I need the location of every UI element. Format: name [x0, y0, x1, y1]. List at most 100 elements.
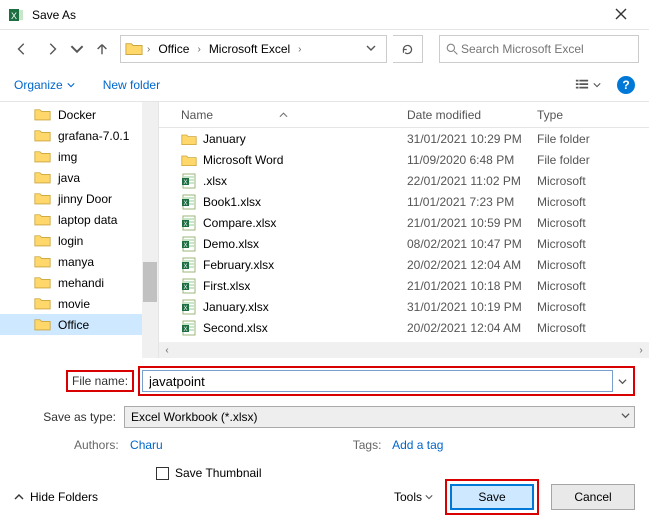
folder-icon [34, 107, 52, 123]
tree-item[interactable]: img [0, 146, 158, 167]
search-box[interactable] [439, 35, 639, 63]
tags-value[interactable]: Add a tag [392, 438, 443, 452]
tree-item[interactable]: manya [0, 251, 158, 272]
organize-menu[interactable]: Organize [14, 78, 75, 92]
file-date: 21/01/2021 10:59 PM [407, 216, 537, 230]
search-input[interactable] [459, 41, 632, 57]
help-button[interactable]: ? [617, 76, 635, 94]
file-type: Microsoft [537, 279, 649, 293]
tree-item[interactable]: java [0, 167, 158, 188]
column-headers[interactable]: Name Date modified Type [159, 102, 649, 128]
authors-value[interactable]: Charu [130, 438, 163, 452]
tree-item[interactable]: mehandi [0, 272, 158, 293]
up-button[interactable] [90, 37, 114, 61]
tree-item-label: Docker [58, 108, 96, 122]
tree-item-label: Office [58, 318, 89, 332]
scroll-left-icon[interactable]: ‹ [159, 345, 175, 356]
address-dropdown[interactable] [360, 42, 382, 56]
hide-folders-button[interactable]: Hide Folders [14, 490, 98, 504]
folder-icon [34, 149, 52, 165]
xlsx-file-icon: X [181, 215, 197, 231]
tree-scrollbar[interactable] [142, 102, 158, 358]
tree-item[interactable]: movie [0, 293, 158, 314]
tree-item[interactable]: laptop data [0, 209, 158, 230]
new-folder-button[interactable]: New folder [103, 78, 160, 92]
file-type: File folder [537, 153, 649, 167]
organize-label: Organize [14, 78, 63, 92]
svg-text:X: X [184, 180, 188, 186]
tree-item[interactable]: login [0, 230, 158, 251]
back-button[interactable] [10, 37, 34, 61]
tree-item[interactable]: Office [0, 314, 158, 335]
forward-button[interactable] [40, 37, 64, 61]
file-row[interactable]: XCompare.xlsx21/01/2021 10:59 PMMicrosof… [159, 212, 649, 233]
chevron-down-icon [621, 411, 630, 423]
svg-text:X: X [184, 327, 188, 333]
svg-text:X: X [184, 243, 188, 249]
cancel-button[interactable]: Cancel [551, 484, 635, 510]
folder-tree[interactable]: Docker grafana-7.0.1 imgjavajinny Door lapt… [0, 102, 158, 358]
xlsx-file-icon: X [181, 194, 197, 210]
breadcrumb-sep: › [296, 44, 303, 55]
folder-icon [34, 233, 52, 249]
save-thumbnail-row[interactable]: Save Thumbnail [14, 452, 635, 480]
address-bar[interactable]: › Office › Microsoft Excel › [120, 35, 387, 63]
save-button[interactable]: Save [450, 484, 534, 510]
folder-icon [34, 170, 52, 186]
folder-icon [34, 275, 52, 291]
horizontal-scrollbar[interactable]: ‹ › [159, 342, 649, 358]
tree-item-label: grafana-7.0.1 [58, 129, 129, 143]
file-list[interactable]: January31/01/2021 10:29 PMFile folderMic… [159, 128, 649, 342]
excel-app-icon: X [8, 7, 24, 23]
breadcrumb-office[interactable]: Office [154, 36, 193, 62]
tree-item-label: movie [58, 297, 90, 311]
column-date[interactable]: Date modified [407, 108, 537, 122]
file-type: Microsoft [537, 321, 649, 335]
file-name: January [203, 132, 246, 146]
tags-label: Tags: [353, 438, 382, 452]
save-as-type-combo[interactable]: Excel Workbook (*.xlsx) [124, 406, 635, 428]
file-row[interactable]: Microsoft Word11/09/2020 6:48 PMFile fol… [159, 149, 649, 170]
file-row[interactable]: XFirst.xlsx21/01/2021 10:18 PMMicrosoft [159, 275, 649, 296]
form-area: File name: Save as type: Excel Workbook … [0, 358, 649, 480]
chevron-down-icon [425, 493, 433, 501]
file-row[interactable]: XSecond.xlsx20/02/2021 12:04 AMMicrosoft [159, 317, 649, 338]
column-type[interactable]: Type [537, 108, 649, 122]
file-row[interactable]: January31/01/2021 10:29 PMFile folder [159, 128, 649, 149]
window-title: Save As [32, 8, 601, 22]
svg-text:X: X [11, 11, 17, 21]
file-name: .xlsx [203, 174, 227, 188]
svg-text:X: X [184, 285, 188, 291]
save-as-type-value: Excel Workbook (*.xlsx) [131, 410, 257, 424]
history-dropdown[interactable] [70, 37, 84, 61]
tree-item[interactable]: jinny Door [0, 188, 158, 209]
filename-dropdown[interactable] [613, 370, 631, 392]
file-row[interactable]: XDemo.xlsx08/02/2021 10:47 PMMicrosoft [159, 233, 649, 254]
save-thumbnail-checkbox[interactable] [156, 467, 169, 480]
file-row[interactable]: X.xlsx22/01/2021 11:02 PMMicrosoft [159, 170, 649, 191]
tree-item[interactable]: Docker [0, 104, 158, 125]
file-row[interactable]: XFebruary.xlsx20/02/2021 12:04 AMMicroso… [159, 254, 649, 275]
xlsx-file-icon: X [181, 257, 197, 273]
xlsx-file-icon: X [181, 299, 197, 315]
tree-item[interactable]: grafana-7.0.1 [0, 125, 158, 146]
view-options-button[interactable] [574, 78, 601, 92]
close-button[interactable] [601, 7, 641, 23]
scroll-right-icon[interactable]: › [633, 345, 649, 356]
refresh-button[interactable] [393, 35, 423, 63]
tree-item-label: login [58, 234, 83, 248]
main-area: Docker grafana-7.0.1 imgjavajinny Door lapt… [0, 102, 649, 358]
tree-item-label: laptop data [58, 213, 117, 227]
file-row[interactable]: XJanuary.xlsx31/01/2021 10:19 PMMicrosof… [159, 296, 649, 317]
filename-input[interactable] [142, 370, 613, 392]
xlsx-file-icon: X [181, 278, 197, 294]
folder-icon [34, 212, 52, 228]
hide-folders-label: Hide Folders [30, 490, 98, 504]
breadcrumb-excel[interactable]: Microsoft Excel [205, 36, 294, 62]
file-name: First.xlsx [203, 279, 250, 293]
file-name: Book1.xlsx [203, 195, 261, 209]
file-name: Compare.xlsx [203, 216, 276, 230]
tools-menu[interactable]: Tools [394, 490, 433, 504]
file-row[interactable]: XBook1.xlsx11/01/2021 7:23 PMMicrosoft [159, 191, 649, 212]
filename-label: File name: [66, 370, 134, 392]
